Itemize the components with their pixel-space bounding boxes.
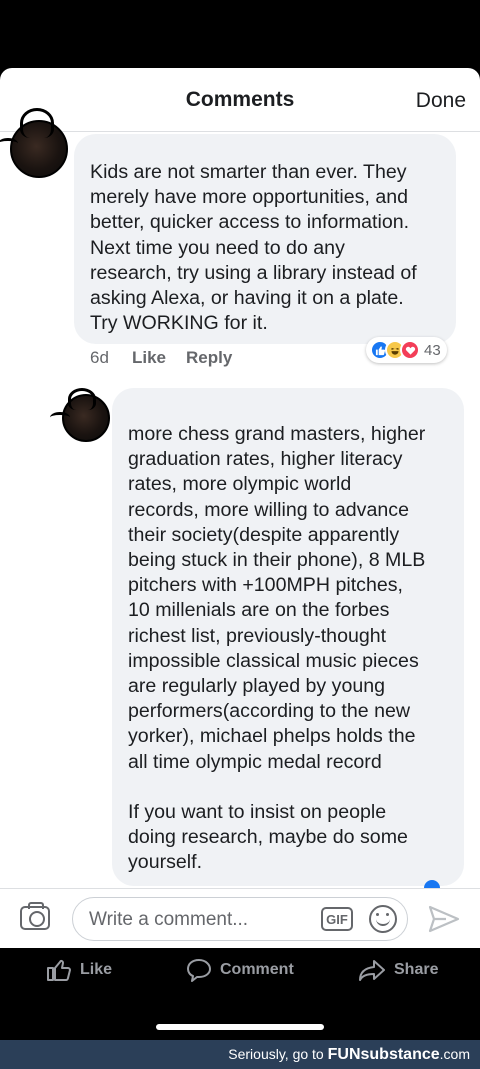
tab-like[interactable]: Like <box>46 958 112 982</box>
speech-bubble-icon <box>187 959 211 982</box>
emoji-icon[interactable] <box>369 905 397 933</box>
page-title: Comments <box>185 88 295 111</box>
watermark-brand: FUNsubstance <box>327 1046 440 1063</box>
share-arrow-icon <box>359 960 385 981</box>
comment-bubble: more chess grand masters, higher graduat… <box>112 388 464 886</box>
comment-bubble: Kids are not smarter than ever. They mer… <box>74 134 456 344</box>
comment-like-button[interactable]: Like <box>132 348 166 368</box>
reactions-summary[interactable]: 43 <box>366 337 447 363</box>
tab-label: Comment <box>220 961 294 978</box>
avatar[interactable] <box>0 108 68 178</box>
comment-text: more chess grand masters, higher graduat… <box>128 423 426 874</box>
comment-reply-button[interactable]: Reply <box>186 348 232 368</box>
comment-input[interactable]: Write a comment... GIF <box>72 897 408 941</box>
comment-composer: Write a comment... GIF <box>0 888 480 948</box>
tab-label: Like <box>80 961 113 978</box>
comments-sheet: Comments Done Kids are not smarter than … <box>0 68 480 948</box>
tab-comment[interactable]: Comment <box>186 958 294 982</box>
comments-header: Comments Done <box>0 68 480 132</box>
action-bar: Like Comment Share <box>0 948 480 1040</box>
gif-button[interactable]: GIF <box>321 907 353 931</box>
avatar-scribble <box>68 388 96 410</box>
love-reaction-icon <box>400 340 420 360</box>
thumbs-up-icon <box>47 959 71 981</box>
home-indicator <box>156 1024 324 1030</box>
watermark: Seriously, go to FUNsubstance.com <box>0 1040 480 1069</box>
watermark-suffix: .com <box>439 1046 470 1062</box>
tab-label: Share <box>394 961 439 978</box>
avatar[interactable] <box>50 388 110 442</box>
watermark-prefix: Seriously, go to <box>228 1046 328 1062</box>
send-icon[interactable] <box>428 905 460 933</box>
tab-share[interactable]: Share <box>358 958 438 982</box>
comment-placeholder: Write a comment... <box>89 909 249 930</box>
comment-text: Kids are not smarter than ever. They mer… <box>90 161 417 335</box>
done-button[interactable]: Done <box>416 89 466 113</box>
avatar-scribble <box>20 108 54 138</box>
comment-age: 6d <box>90 348 109 367</box>
reactions-count: 43 <box>424 341 441 359</box>
camera-icon[interactable] <box>20 902 50 930</box>
